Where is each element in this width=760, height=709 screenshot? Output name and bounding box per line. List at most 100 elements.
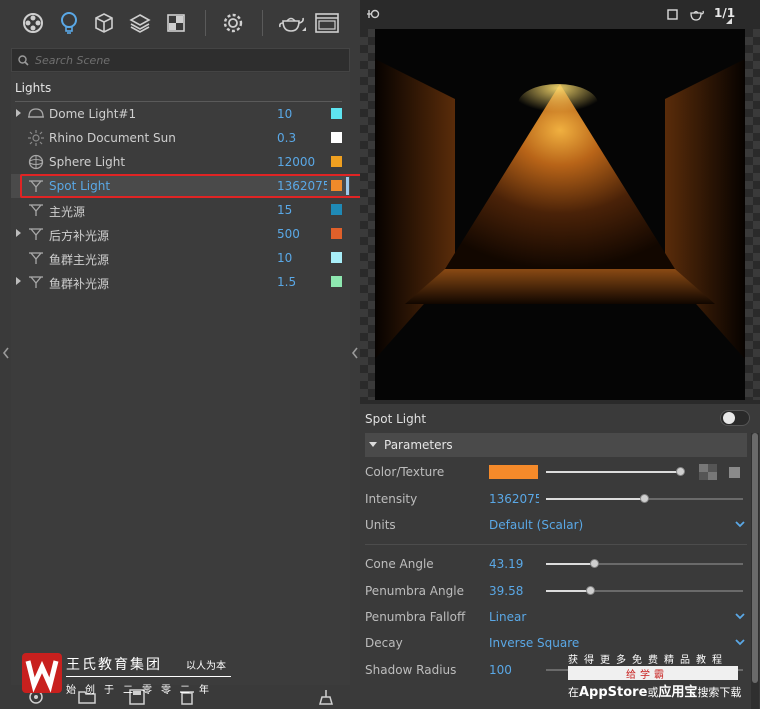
watermark-badge: 给学霸 <box>568 666 738 681</box>
render-teapot-icon[interactable] <box>277 10 307 36</box>
toolbar-divider <box>262 10 263 36</box>
chevron-down-icon[interactable] <box>735 519 745 529</box>
texture-slot-icon[interactable] <box>729 467 740 478</box>
pin-icon[interactable] <box>366 7 382 21</box>
layers-icon[interactable] <box>127 10 153 36</box>
color-slider-track[interactable] <box>546 471 684 473</box>
search-box[interactable] <box>11 48 350 72</box>
transparency-checker <box>745 29 760 400</box>
light-row[interactable]: 主光源 15 <box>11 198 350 222</box>
light-intensity[interactable]: 15 <box>277 203 327 217</box>
cleanup-broom-icon[interactable] <box>317 689 335 705</box>
penumbra-falloff-dropdown[interactable]: Linear <box>489 610 526 624</box>
color-texture-row: Color/Texture <box>365 461 747 483</box>
spot-light-icon <box>27 226 45 242</box>
light-intensity[interactable]: 0.3 <box>277 131 327 145</box>
expand-arrow-icon[interactable] <box>16 109 21 117</box>
light-enabled-toggle[interactable] <box>720 410 750 426</box>
light-name: 主光源 <box>49 205 86 219</box>
lights-header: Lights <box>15 81 52 95</box>
light-color-swatch[interactable] <box>331 204 342 215</box>
intensity-slider-thumb[interactable] <box>639 494 649 503</box>
units-dropdown[interactable]: Default (Scalar) <box>489 518 583 532</box>
teapot-icon[interactable] <box>688 7 704 21</box>
lights-bulb-icon[interactable] <box>56 10 82 36</box>
light-name: 鱼群主光源 <box>49 253 110 267</box>
light-row[interactable]: 鱼群主光源 10 <box>11 246 350 270</box>
resolution-dropdown-icon[interactable] <box>726 18 732 24</box>
render-viewport[interactable] <box>375 29 745 400</box>
light-color-swatch[interactable] <box>331 228 342 239</box>
expand-arrow-icon[interactable] <box>16 229 21 237</box>
penumbra-angle-row: Penumbra Angle 39.58 <box>365 580 747 602</box>
light-row[interactable]: Dome Light#1 10 <box>11 102 350 126</box>
watermark-slogan: 以人为本 <box>186 661 226 672</box>
color-swatch[interactable] <box>489 465 538 479</box>
light-row[interactable]: 后方补光源 500 <box>11 222 350 246</box>
collapse-panel-arrow-icon[interactable] <box>351 346 359 360</box>
properties-scrollbar[interactable] <box>751 433 759 709</box>
cone-angle-row: Cone Angle 43.19 <box>365 553 747 575</box>
cone-angle-value[interactable]: 43.19 <box>489 557 523 571</box>
chevron-down-icon[interactable] <box>735 611 745 621</box>
light-row[interactable]: Rhino Document Sun 0.3 <box>11 126 350 150</box>
light-color-swatch[interactable] <box>331 156 342 167</box>
penumbra-falloff-row: Penumbra Falloff Linear <box>365 606 747 628</box>
stop-render-icon[interactable] <box>667 9 678 20</box>
light-color-swatch[interactable] <box>331 276 342 287</box>
decay-dropdown[interactable]: Inverse Square <box>489 636 579 650</box>
light-intensity[interactable]: 10 <box>277 107 327 121</box>
parameters-section-header[interactable]: Parameters <box>365 433 747 457</box>
penumbra-angle-slider-track[interactable] <box>546 590 743 592</box>
section-divider <box>365 544 747 545</box>
materials-icon[interactable] <box>20 10 46 36</box>
render-image <box>375 29 745 400</box>
light-intensity[interactable]: 1.5 <box>277 275 327 289</box>
expand-arrow-icon[interactable] <box>16 277 21 285</box>
dome-light-icon <box>27 106 45 122</box>
light-intensity[interactable]: 500 <box>277 227 327 241</box>
light-color-swatch[interactable] <box>331 108 342 119</box>
penumbra-angle-slider-thumb[interactable] <box>586 586 596 595</box>
spot-light-icon <box>27 274 45 290</box>
texture-checker-icon[interactable] <box>699 464 717 480</box>
watermark-brand: 王氏教育集团 <box>66 657 162 673</box>
chevron-down-icon[interactable] <box>735 637 745 647</box>
light-row[interactable]: 鱼群补光源 1.5 <box>11 270 350 294</box>
properties-title: Spot Light <box>365 412 427 426</box>
light-intensity[interactable]: 10 <box>277 251 327 265</box>
light-row[interactable]: Sphere Light 12000 <box>11 150 350 174</box>
settings-gear-icon[interactable] <box>220 10 246 36</box>
collapse-left-arrow-icon[interactable] <box>2 346 10 360</box>
cone-angle-slider-thumb[interactable] <box>590 559 600 568</box>
light-name: Sphere Light <box>49 155 126 169</box>
scene-panel: Lights Dome Light#1 10 Rhino Document Sun 0… <box>0 0 362 709</box>
main-toolbar <box>0 0 360 46</box>
light-name: 鱼群补光源 <box>49 277 110 291</box>
units-row: Units Default (Scalar) <box>365 514 747 536</box>
transparency-checker <box>360 29 375 400</box>
spot-light-icon <box>27 202 45 218</box>
intensity-row: Intensity 1362075 <box>365 488 747 510</box>
penumbra-angle-value[interactable]: 39.58 <box>489 584 523 598</box>
watermark-promo-line: 获得更多免费精品教程 <box>568 655 728 666</box>
collapse-triangle-icon <box>369 442 377 447</box>
cone-angle-slider-track[interactable] <box>546 563 743 565</box>
watermark-since: 始创于二零零二年 <box>66 685 218 696</box>
environment-checker-icon[interactable] <box>163 10 189 36</box>
watermark-divider <box>66 676 231 677</box>
search-icon <box>18 54 29 66</box>
color-slider-thumb[interactable] <box>676 467 686 476</box>
scene-tree: Lights Dome Light#1 10 Rhino Document Sun 0… <box>11 73 350 685</box>
search-input[interactable] <box>35 53 335 67</box>
light-color-swatch[interactable] <box>331 252 342 263</box>
light-color-swatch[interactable] <box>331 132 342 143</box>
render-toolbar: 1/1 <box>360 0 760 29</box>
light-intensity[interactable]: 12000 <box>277 155 327 169</box>
render-window-icon[interactable] <box>314 10 340 36</box>
geometry-cube-icon[interactable] <box>91 10 117 36</box>
light-name: Dome Light#1 <box>49 107 137 121</box>
shadow-radius-value[interactable]: 100 <box>489 663 512 677</box>
row-drag-handle[interactable] <box>346 177 349 195</box>
intensity-value[interactable]: 1362075 <box>489 492 539 506</box>
